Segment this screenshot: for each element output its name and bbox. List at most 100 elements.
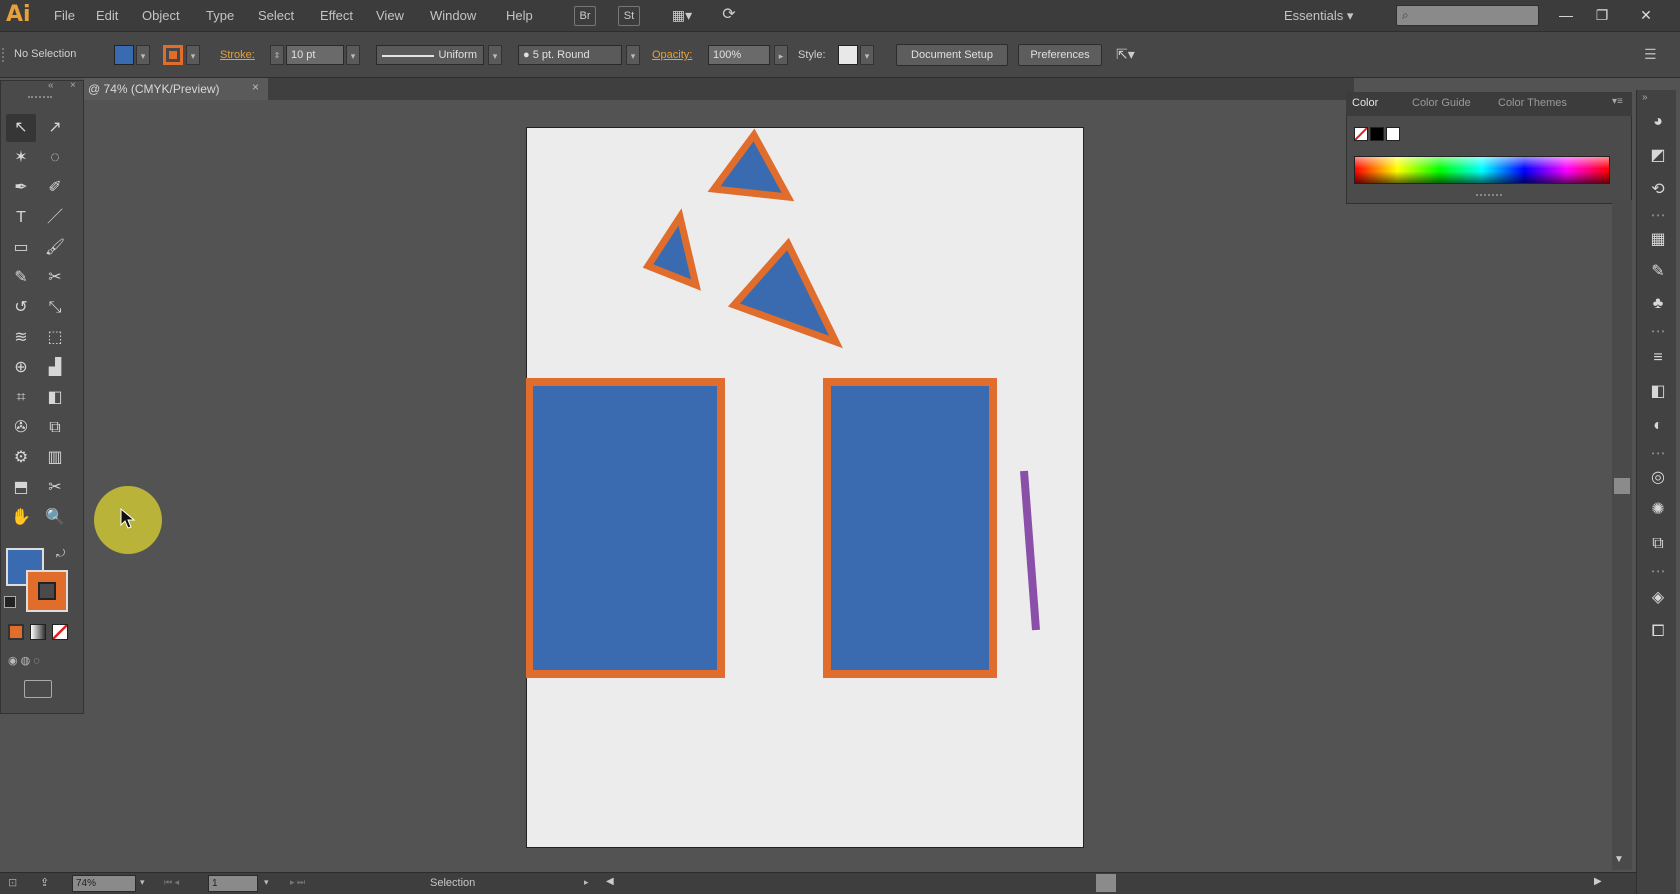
- symbols-icon[interactable]: ♣: [1646, 292, 1670, 316]
- first-artboard-icon[interactable]: ⏮ ◂: [164, 877, 179, 888]
- stroke-color-swatch[interactable]: [163, 45, 183, 65]
- menu-file[interactable]: File: [54, 8, 75, 23]
- column-graph-tool-icon[interactable]: ▥: [40, 444, 70, 472]
- swap-fill-stroke-icon[interactable]: ⤾: [56, 548, 65, 561]
- control-bar-grip[interactable]: [2, 48, 6, 62]
- pen-tool-icon[interactable]: ✒: [6, 174, 36, 202]
- stroke-weight-stepper[interactable]: ⇕: [270, 45, 284, 65]
- fill-dropdown[interactable]: ▾: [136, 45, 150, 65]
- workspace-switcher[interactable]: Essentials ▾: [1284, 8, 1353, 24]
- stroke-weight-dropdown[interactable]: ▾: [346, 45, 360, 65]
- transparency-icon[interactable]: ◐: [1646, 414, 1670, 438]
- change-screen-mode-icon[interactable]: [24, 680, 52, 698]
- drawing-modes-icon[interactable]: ◉ ◍ ◌: [8, 654, 68, 670]
- bridge-icon[interactable]: Br: [574, 6, 596, 26]
- white-swatch[interactable]: [1386, 127, 1400, 141]
- tab-color-guide[interactable]: Color Guide: [1412, 97, 1471, 109]
- color-mode-icon[interactable]: [8, 624, 24, 640]
- stroke-weight-field[interactable]: 10 pt: [286, 45, 344, 65]
- magic-wand-tool-icon[interactable]: ✶: [6, 144, 36, 172]
- eyedropper-tool-icon[interactable]: ✇: [6, 414, 36, 442]
- menu-window[interactable]: Window: [430, 8, 476, 23]
- arrange-documents-icon[interactable]: ▦▾: [664, 6, 700, 26]
- close-tools-icon[interactable]: ×: [70, 80, 76, 91]
- graphic-styles-icon[interactable]: ✺: [1646, 498, 1670, 522]
- rotate-tool-icon[interactable]: ↺: [6, 294, 36, 322]
- tools-grip[interactable]: [28, 96, 52, 99]
- paintbrush-tool-icon[interactable]: 🖌: [40, 234, 70, 262]
- mesh-tool-icon[interactable]: ⌗: [6, 384, 36, 412]
- stock-icon[interactable]: St: [618, 6, 640, 26]
- swatches-icon[interactable]: ▦: [1646, 228, 1670, 252]
- stroke-dropdown[interactable]: ▾: [186, 45, 200, 65]
- type-tool-icon[interactable]: T: [6, 204, 36, 232]
- default-colors-icon[interactable]: [4, 596, 16, 608]
- brush-definition[interactable]: ● 5 pt. Round: [518, 45, 622, 65]
- appearance-icon[interactable]: ◎: [1646, 466, 1670, 490]
- artboards-icon[interactable]: ⧠: [1646, 620, 1670, 644]
- scale-tool-icon[interactable]: ⤡: [40, 294, 70, 322]
- opacity-dropdown[interactable]: ▸: [774, 45, 788, 65]
- scroll-left-icon[interactable]: ◀: [606, 876, 614, 887]
- color-themes-icon[interactable]: ⟲: [1646, 178, 1670, 202]
- minimize-button[interactable]: —: [1554, 4, 1578, 26]
- curvature-tool-icon[interactable]: ✐: [40, 174, 70, 202]
- none-mode-icon[interactable]: [52, 624, 68, 640]
- opacity-label[interactable]: Opacity:: [652, 49, 692, 61]
- zoom-tool-icon[interactable]: 🔍: [40, 504, 70, 532]
- slice-tool-icon[interactable]: ✂: [40, 474, 70, 502]
- graphic-style-swatch[interactable]: [838, 45, 858, 65]
- rectangle-right[interactable]: [823, 378, 997, 678]
- scissors-tool-icon[interactable]: ✂: [40, 264, 70, 292]
- profile-dropdown[interactable]: ▾: [488, 45, 502, 65]
- hand-tool-icon[interactable]: ✋: [6, 504, 36, 532]
- triangle-large[interactable]: [727, 237, 843, 349]
- zoom-dropdown-icon[interactable]: ▾: [140, 877, 145, 888]
- width-tool-icon[interactable]: ≋: [6, 324, 36, 352]
- restore-button[interactable]: ❐: [1590, 4, 1614, 26]
- graphic-style-dropdown[interactable]: ▾: [860, 45, 874, 65]
- rectangle-tool-icon[interactable]: ▭: [6, 234, 36, 262]
- open-in-bridge-icon[interactable]: ⇪: [40, 876, 49, 889]
- document-setup-button[interactable]: Document Setup: [896, 44, 1008, 66]
- close-button[interactable]: ✕: [1634, 4, 1658, 26]
- vertical-scrollbar[interactable]: [1612, 200, 1632, 870]
- vertical-scroll-thumb[interactable]: [1614, 478, 1630, 494]
- next-artboard-icon[interactable]: ▸ ⏭: [290, 877, 305, 888]
- menu-object[interactable]: Object: [142, 8, 180, 23]
- black-swatch[interactable]: [1370, 127, 1384, 141]
- brushes-icon[interactable]: ✎: [1646, 260, 1670, 284]
- menu-edit[interactable]: Edit: [96, 8, 118, 23]
- artboard-nav-icon[interactable]: ⊡: [8, 876, 17, 889]
- artboard-tool-icon[interactable]: ⬒: [6, 474, 36, 502]
- status-menu-icon[interactable]: ▸: [584, 877, 589, 888]
- panel-menu-icon[interactable]: ☰: [1644, 46, 1657, 63]
- fill-color-swatch[interactable]: [114, 45, 134, 65]
- color-spectrum[interactable]: [1354, 156, 1610, 184]
- blend-tool-icon[interactable]: ⧉: [40, 414, 70, 442]
- scroll-right-icon[interactable]: ▶: [1594, 876, 1602, 887]
- symbol-sprayer-tool-icon[interactable]: ⚙: [6, 444, 36, 472]
- tab-color[interactable]: Color: [1352, 97, 1378, 109]
- lasso-tool-icon[interactable]: ◌: [40, 144, 70, 172]
- sync-icon[interactable]: ⟳: [718, 6, 740, 26]
- search-input[interactable]: [1396, 5, 1539, 26]
- perspective-grid-tool-icon[interactable]: ▟: [40, 354, 70, 382]
- pencil-tool-icon[interactable]: ✎: [6, 264, 36, 292]
- arrange-icon[interactable]: ⇱▾: [1116, 46, 1135, 63]
- gradient-icon[interactable]: ◧: [1646, 380, 1670, 404]
- horizontal-scroll-thumb[interactable]: [1096, 874, 1116, 892]
- opacity-field[interactable]: 100%: [708, 45, 770, 65]
- dock-collapse-icon[interactable]: »: [1642, 92, 1648, 103]
- color-panel-resize-grip[interactable]: [1476, 194, 1502, 197]
- gradient-tool-icon[interactable]: ◧: [40, 384, 70, 412]
- color-panel-menu-icon[interactable]: ▾≡: [1612, 96, 1623, 107]
- rectangle-left[interactable]: [526, 378, 725, 678]
- menu-help[interactable]: Help: [506, 8, 533, 23]
- line-segment-tool-icon[interactable]: ／: [40, 204, 70, 232]
- color-panel-icon[interactable]: ◕: [1646, 110, 1670, 134]
- triangle-small[interactable]: [642, 208, 701, 291]
- triangle-top[interactable]: [707, 128, 795, 202]
- menu-effect[interactable]: Effect: [320, 8, 353, 23]
- menu-view[interactable]: View: [376, 8, 404, 23]
